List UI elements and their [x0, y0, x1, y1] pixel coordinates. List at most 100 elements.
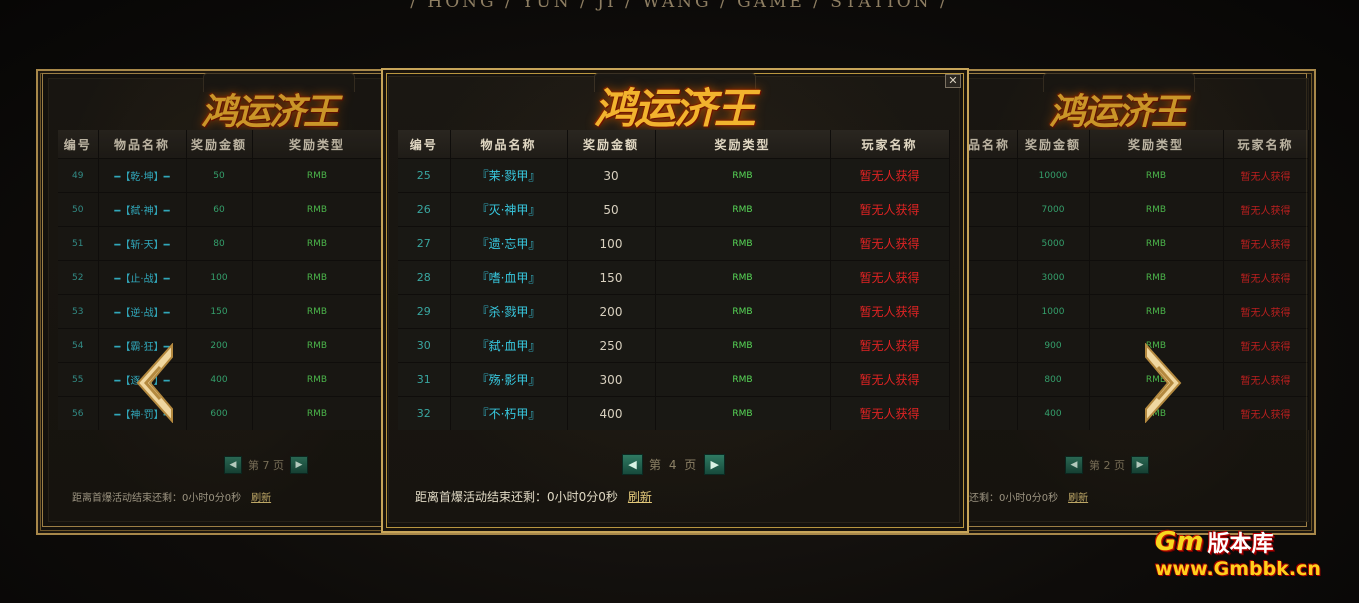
refresh-link[interactable]: 刷新 — [251, 493, 271, 504]
reward-type: RMB — [252, 192, 383, 227]
reward-amount: 400 — [186, 362, 253, 397]
refresh-link[interactable]: 刷新 — [628, 490, 652, 504]
header-num: 编号 — [398, 130, 451, 159]
player-name: 暂无人获得 — [1223, 260, 1309, 295]
row-num: 25 — [398, 158, 451, 193]
reward-amount: 100 — [186, 260, 253, 295]
player-name: 暂无人获得 — [1223, 362, 1309, 397]
player-name: 暂无人获得 — [830, 294, 950, 329]
row-num: 53 — [58, 294, 99, 329]
right-pager: ◀ 第 2 页 ▶ — [1065, 456, 1149, 474]
item-name: 『杀·戮甲』 — [450, 294, 568, 329]
reward-type: RMB — [252, 362, 383, 397]
reward-amount: 200 — [186, 328, 253, 363]
table-row: 49 ━【乾·坤】━ 50 RMB — [58, 158, 383, 193]
refresh-link[interactable]: 刷新 — [1068, 493, 1088, 504]
reward-amount: 200 — [567, 294, 656, 329]
player-name: 暂无人获得 — [1223, 294, 1309, 329]
table-row: 55━【逐·日】━400RMB — [58, 362, 383, 397]
reward-type: RMB — [252, 328, 383, 363]
next-page-icon[interactable]: ▶ — [704, 454, 726, 475]
right-reward-panel: 鸿运济王 品名称 奖励金额 奖励类型 玩家名称 10000 RMB 暂无人获得 700… — [966, 73, 1309, 522]
header-item: 品名称 — [967, 130, 1018, 159]
countdown-text: 距离首爆活动结束还剩：0小时0分0秒 — [72, 493, 242, 504]
reward-type: RMB — [655, 260, 831, 295]
table-row: 53 ━【逆·战】━ 150 RMB — [58, 294, 383, 329]
next-page-icon[interactable]: ▶ — [290, 456, 308, 474]
row-num: 51 — [58, 226, 99, 261]
reward-type: RMB — [655, 294, 831, 329]
reward-amount: 10000 — [1017, 158, 1090, 193]
row-num: 54 — [58, 328, 99, 363]
item-name — [967, 328, 1018, 363]
header-amount: 奖励金额 — [186, 130, 253, 159]
table-row: 900 RMB 暂无人获得 — [967, 328, 1309, 363]
reward-type: RMB — [252, 294, 383, 329]
prev-page-icon[interactable]: ◀ — [622, 454, 643, 475]
header-player: 玩家名称 — [1223, 130, 1309, 159]
item-name: ━【斩·天】━ — [98, 226, 187, 261]
item-name — [967, 260, 1018, 295]
chevron-left-icon[interactable] — [134, 343, 178, 423]
row-num: 50 — [58, 192, 99, 227]
reward-type: RMB — [655, 396, 831, 430]
item-name — [967, 158, 1018, 193]
right-reward-table: 品名称 奖励金额 奖励类型 玩家名称 10000 RMB 暂无人获得 7000 RMB 暂… — [967, 130, 1309, 430]
prev-page-icon[interactable]: ◀ — [1065, 456, 1083, 474]
reward-type: RMB — [655, 362, 831, 397]
page-indicator: 第 7 页 — [248, 459, 284, 472]
reward-type: RMB — [655, 158, 831, 193]
player-name: 暂无人获得 — [1223, 396, 1309, 430]
table-row: 54 ━【霸·狂】━ 200 RMB — [58, 328, 383, 363]
reward-amount: 3000 — [1017, 260, 1090, 295]
table-row: 32 『不·朽甲』 400 RMB 暂无人获得 — [398, 396, 950, 430]
reward-type: RMB — [1089, 260, 1224, 295]
header-type: 奖励类型 — [655, 130, 831, 159]
game-logo: 鸿运济王 — [594, 83, 756, 133]
game-logo: 鸿运济王 — [200, 91, 339, 133]
center-reward-table: 编号 物品名称 奖励金额 奖励类型 玩家名称 25 『茉·戮甲』 30 RMB 暂无人获… — [398, 130, 950, 430]
table-row: 28 『嗜·血甲』 150 RMB 暂无人获得 — [398, 260, 950, 295]
table-row: 1000 RMB 暂无人获得 — [967, 294, 1309, 329]
left-pager: ◀ 第 7 页 ▶ — [224, 456, 308, 474]
player-name: 暂无人获得 — [830, 260, 950, 295]
reward-amount: 150 — [186, 294, 253, 329]
table-row: 51 ━【斩·天】━ 80 RMB — [58, 226, 383, 261]
table-row: 29 『杀·戮甲』 200 RMB 暂无人获得 — [398, 294, 950, 329]
reward-type: RMB — [252, 396, 383, 430]
reward-amount: 50 — [567, 192, 656, 227]
header-type: 奖励类型 — [252, 130, 383, 159]
row-num: 27 — [398, 226, 451, 261]
item-name: 『遗·忘甲』 — [450, 226, 568, 261]
row-num: 55 — [58, 362, 99, 397]
close-icon[interactable]: ✕ — [945, 74, 961, 88]
player-name: 暂无人获得 — [1223, 328, 1309, 363]
chevron-right-icon[interactable] — [1140, 343, 1184, 423]
item-name — [967, 396, 1018, 430]
left-countdown: 距离首爆活动结束还剩：0小时0分0秒 刷新 — [72, 489, 271, 504]
reward-type: RMB — [1089, 192, 1224, 227]
prev-page-icon[interactable]: ◀ — [224, 456, 242, 474]
reward-amount: 5000 — [1017, 226, 1090, 261]
reward-type: RMB — [655, 192, 831, 227]
table-row: 5000 RMB 暂无人获得 — [967, 226, 1309, 261]
header-player: 玩家名称 — [830, 130, 950, 159]
item-name: 『不·朽甲』 — [450, 396, 568, 430]
left-reward-table: 编号 物品名称 奖励金额 奖励类型 49 ━【乾·坤】━ 50 RMB 50 ━【弑·神】… — [58, 130, 383, 430]
right-countdown: 还剩：0小时0分0秒 刷新 — [969, 489, 1088, 504]
reward-amount: 100 — [567, 226, 656, 261]
reward-amount: 400 — [1017, 396, 1090, 430]
reward-amount: 250 — [567, 328, 656, 363]
row-num: 31 — [398, 362, 451, 397]
header-item: 物品名称 — [450, 130, 568, 159]
row-num: 56 — [58, 396, 99, 430]
table-row: 25 『茉·戮甲』 30 RMB 暂无人获得 — [398, 158, 950, 193]
player-name: 暂无人获得 — [1223, 158, 1309, 193]
item-name — [967, 362, 1018, 397]
player-name: 暂无人获得 — [830, 158, 950, 193]
table-row: 3000 RMB 暂无人获得 — [967, 260, 1309, 295]
reward-amount: 900 — [1017, 328, 1090, 363]
next-page-icon[interactable]: ▶ — [1131, 456, 1149, 474]
header-amount: 奖励金额 — [567, 130, 656, 159]
page-indicator: 第 2 页 — [1089, 459, 1125, 472]
